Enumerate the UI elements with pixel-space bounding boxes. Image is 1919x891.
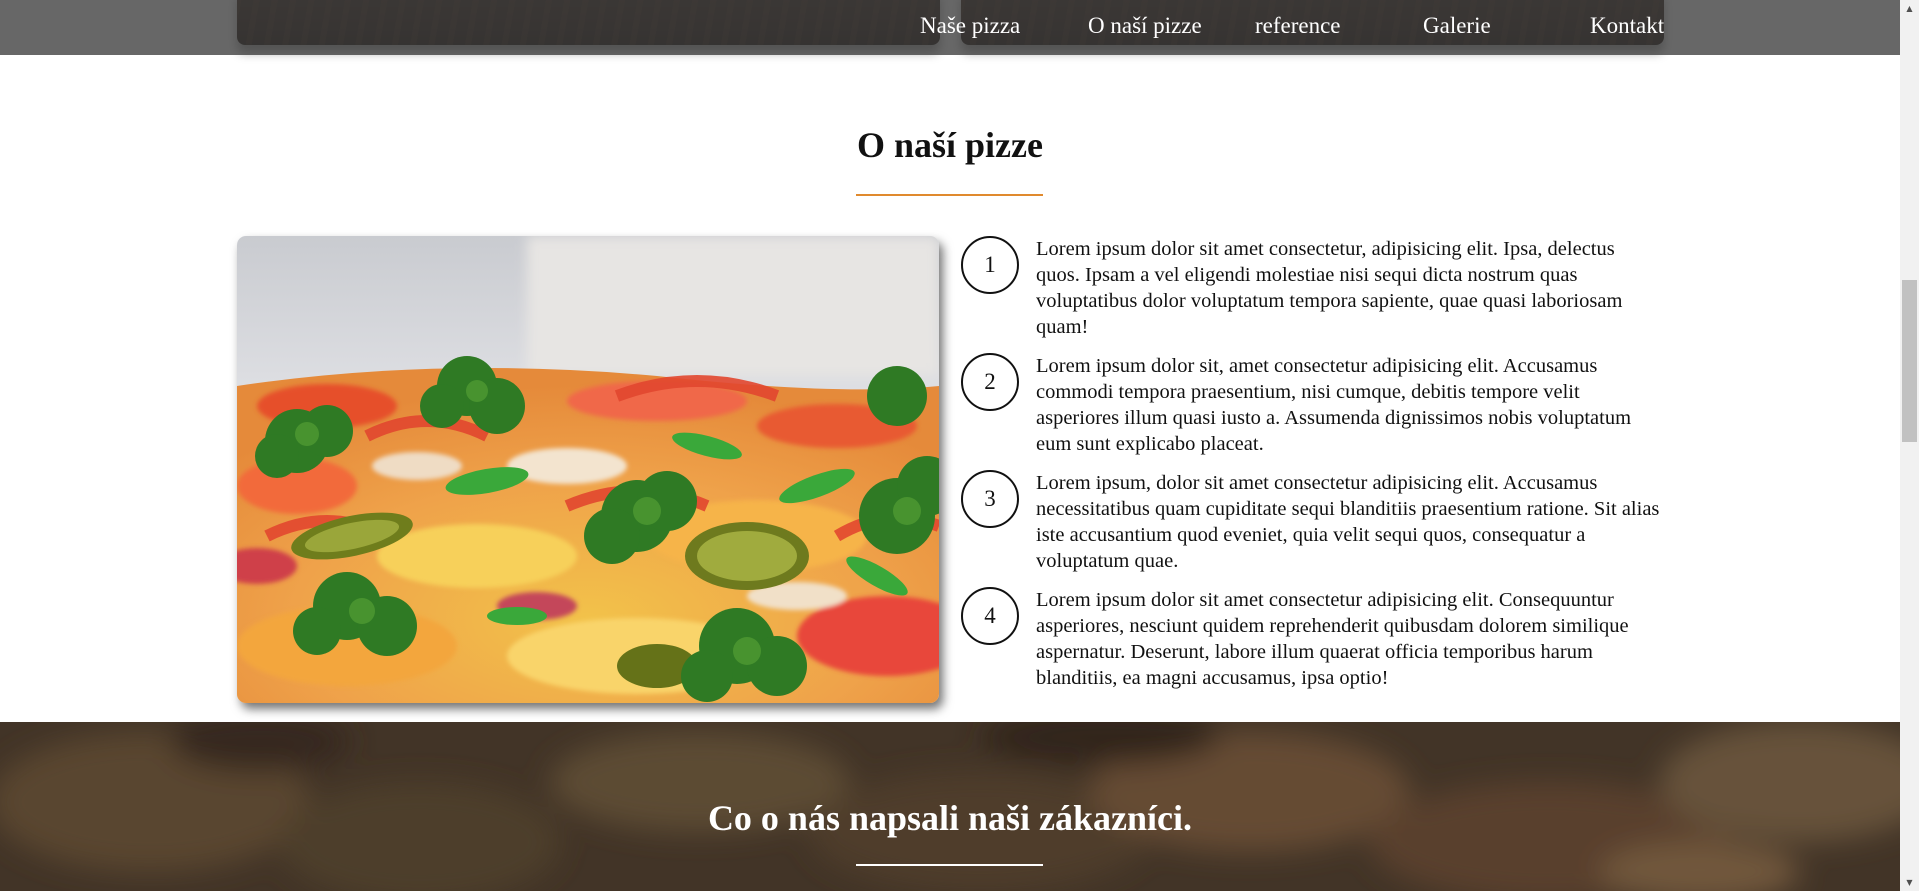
- pizza-photo: [237, 236, 939, 703]
- vertical-scrollbar[interactable]: ▲ ▼: [1900, 0, 1919, 891]
- title-underline: [856, 194, 1043, 196]
- feature-text: Lorem ipsum dolor sit, amet consectetur …: [1036, 355, 1632, 455]
- list-item: 4 Lorem ipsum dolor sit amet consectetur…: [961, 587, 1661, 697]
- feature-text: Lorem ipsum dolor sit amet consectetur a…: [1036, 589, 1629, 689]
- testimonials-section: Co o nás napsali naši zákazníci.: [0, 722, 1900, 891]
- feature-text: Lorem ipsum, dolor sit amet consectetur …: [1036, 472, 1660, 572]
- page: Naše pizza O naší pizze reference Galeri…: [0, 0, 1919, 891]
- scroll-up-arrow-icon[interactable]: ▲: [1900, 0, 1919, 17]
- nav-link-galerie[interactable]: Galerie: [1423, 13, 1491, 39]
- feature-number-badge: 4: [961, 587, 1019, 645]
- feature-number-badge: 3: [961, 470, 1019, 528]
- list-item: 1 Lorem ipsum dolor sit amet consectetur…: [961, 236, 1661, 346]
- feature-number-badge: 2: [961, 353, 1019, 411]
- feature-number-badge: 1: [961, 236, 1019, 294]
- nav-menu: Naše pizza O naší pizze reference Galeri…: [0, 0, 1900, 55]
- nav-link-o-nasi-pizze[interactable]: O naší pizze: [1088, 13, 1202, 39]
- navbar: Naše pizza O naší pizze reference Galeri…: [0, 0, 1900, 55]
- nav-link-kontakt[interactable]: Kontakt: [1590, 13, 1664, 39]
- scrollbar-thumb[interactable]: [1902, 280, 1917, 442]
- section-title: O naší pizze: [857, 125, 1043, 165]
- testimonials-title: Co o nás napsali naši zákazníci.: [707, 798, 1193, 838]
- nav-link-nase-pizza[interactable]: Naše pizza: [920, 13, 1020, 39]
- list-item: 3 Lorem ipsum, dolor sit amet consectetu…: [961, 470, 1661, 580]
- nav-link-reference[interactable]: reference: [1255, 13, 1341, 39]
- scroll-down-arrow-icon[interactable]: ▼: [1900, 874, 1919, 891]
- list-item: 2 Lorem ipsum dolor sit, amet consectetu…: [961, 353, 1661, 463]
- testimonials-underline: [856, 864, 1043, 866]
- feature-text: Lorem ipsum dolor sit amet consectetur, …: [1036, 238, 1623, 338]
